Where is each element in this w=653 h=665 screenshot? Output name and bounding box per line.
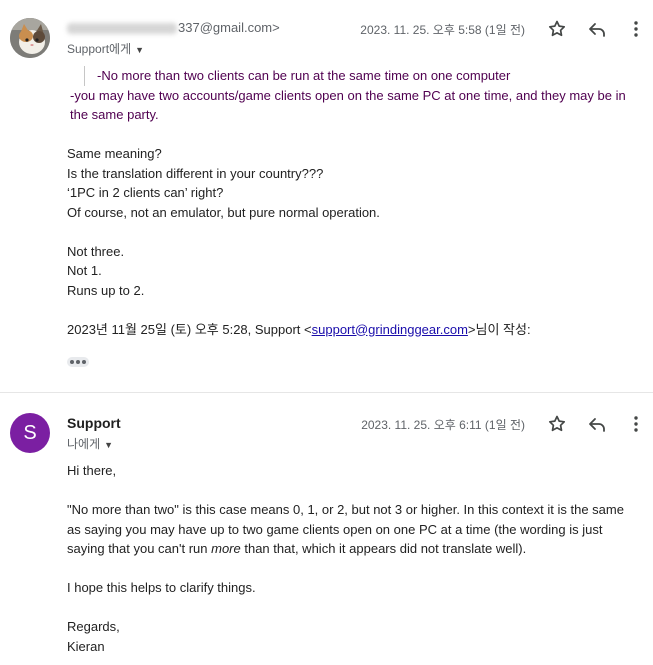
sender-line: 337@gmail.com> [67,20,280,35]
message-body: -No more than two clients can be run at … [67,66,643,373]
emphasis-text: more [211,541,241,556]
attribution-suffix: >님이 작성: [467,321,531,337]
reply-attribution: 2023년 11월 25일 (토) 오후 5:28, Support <supp… [67,320,643,340]
show-trimmed-content-button[interactable] [67,357,89,367]
sender-line: Support [67,415,121,431]
body-line: Not three. [67,243,125,259]
sender-name: Support [67,415,121,431]
redacted-sender [67,23,177,35]
caret-down-icon: ▼ [135,45,145,55]
body-line: Runs up to 2. [67,282,145,298]
greeting: Hi there, [67,463,117,478]
body-line: Of course, not an emulator, but pure nor… [67,204,380,220]
support-email-link[interactable]: support@grindinggear.com [312,322,468,337]
message-body: Hi there, "No more than two" is this cas… [67,461,641,656]
recipient-label: Support에게 [67,42,132,56]
sender-avatar[interactable] [10,18,50,58]
body-paragraph: "No more than two" is this case means 0,… [67,500,641,559]
recipient-dropdown[interactable]: Support에게 ▼ [67,40,144,57]
reply-icon[interactable] [585,17,609,41]
reply-icon[interactable] [585,412,609,436]
quoted-rule-explanation: -you may have two accounts/game clients … [70,87,626,123]
signature-name: Kieran [67,638,105,654]
star-icon[interactable] [545,412,569,436]
signoff: Regards, [67,619,120,634]
recipient-dropdown[interactable]: 나에게 ▼ [67,435,113,452]
body-line: Is the translation different in your cou… [67,165,324,181]
cat-photo-icon [10,18,50,58]
sender-avatar[interactable]: S [10,413,50,453]
recipient-label: 나에게 [67,437,101,451]
message-date: 2023. 11. 25. 오후 5:58 (1일 전) [360,23,525,37]
more-vert-icon[interactable] [624,17,648,41]
attribution-prefix: 2023년 11월 25일 (토) 오후 5:28, Support < [67,321,312,337]
body-line: Not 1. [67,263,102,278]
body-text: than that, which it appears did not tran… [240,541,527,556]
quoted-rule: -No more than two clients can be run at … [84,66,643,86]
body-line: Same meaning? [67,146,162,161]
body-line: ‘1PC in 2 clients can’ right? [67,185,224,200]
message-date: 2023. 11. 25. 오후 6:11 (1일 전) [361,418,525,432]
more-vert-icon[interactable] [624,412,648,436]
sender-email: 337@gmail.com> [178,20,280,35]
star-icon[interactable] [545,17,569,41]
body-paragraph: I hope this helps to clarify things. [67,580,256,595]
caret-down-icon: ▼ [104,440,114,450]
message-divider [0,392,653,393]
